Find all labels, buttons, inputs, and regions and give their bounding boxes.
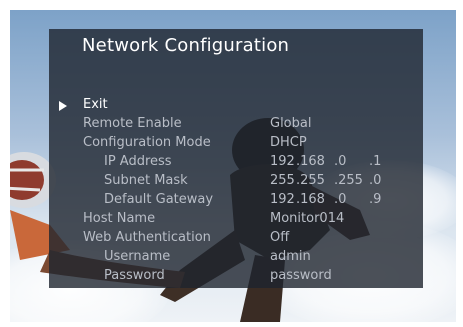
ip-octet: 255 bbox=[270, 173, 295, 188]
osd-menu-panel: Network Configuration Exit Remote Enable… bbox=[49, 29, 423, 288]
menu-item-host-name[interactable]: Host Name Monitor014 bbox=[49, 211, 423, 229]
play-arrow-icon bbox=[59, 101, 67, 111]
ip-octet: .1 bbox=[369, 154, 382, 169]
ip-octet: .0 bbox=[334, 154, 347, 169]
menu-item-value: DHCP bbox=[270, 135, 307, 150]
ip-octet: .0 bbox=[369, 173, 382, 188]
menu-item-exit[interactable]: Exit bbox=[49, 97, 423, 115]
menu-item-value: password bbox=[270, 268, 332, 283]
monitor-screen: Network Configuration Exit Remote Enable… bbox=[10, 10, 456, 322]
menu-item-username[interactable]: Username admin bbox=[49, 249, 423, 267]
menu-item-subnet-mask[interactable]: Subnet Mask 255 .255 .255 .0 bbox=[49, 173, 423, 191]
menu-item-label: Exit bbox=[83, 97, 108, 112]
menu-item-label: Password bbox=[104, 268, 165, 283]
ip-octet: .168 bbox=[296, 154, 325, 169]
menu-item-web-authentication[interactable]: Web Authentication Off bbox=[49, 230, 423, 248]
menu-item-value: Global bbox=[270, 116, 312, 131]
ip-octet: .255 bbox=[296, 173, 325, 188]
menu-item-default-gateway[interactable]: Default Gateway 192 .168 .0 .9 bbox=[49, 192, 423, 210]
menu-item-password[interactable]: Password password bbox=[49, 268, 423, 286]
menu-item-label: Web Authentication bbox=[83, 230, 211, 245]
ip-octet: .9 bbox=[369, 192, 382, 207]
menu-item-value: Off bbox=[270, 230, 290, 245]
menu-item-label: Username bbox=[104, 249, 171, 264]
ip-octet: .0 bbox=[334, 192, 347, 207]
menu-item-label: IP Address bbox=[104, 154, 172, 169]
menu-item-value: admin bbox=[270, 249, 311, 264]
menu-item-configuration-mode[interactable]: Configuration Mode DHCP bbox=[49, 135, 423, 153]
ip-octet: .255 bbox=[334, 173, 363, 188]
menu-item-remote-enable[interactable]: Remote Enable Global bbox=[49, 116, 423, 134]
menu-item-label: Default Gateway bbox=[104, 192, 214, 207]
ip-octet: 192 bbox=[270, 154, 295, 169]
ip-octet: 192 bbox=[270, 192, 295, 207]
menu-item-label: Configuration Mode bbox=[83, 135, 211, 150]
menu-item-label: Remote Enable bbox=[83, 116, 182, 131]
menu-item-ip-address[interactable]: IP Address 192 .168 .0 .1 bbox=[49, 154, 423, 172]
menu-item-value: Monitor014 bbox=[270, 211, 345, 226]
menu-item-label: Subnet Mask bbox=[104, 173, 188, 188]
ip-octet: .168 bbox=[296, 192, 325, 207]
osd-title: Network Configuration bbox=[82, 35, 290, 56]
menu-item-label: Host Name bbox=[83, 211, 156, 226]
